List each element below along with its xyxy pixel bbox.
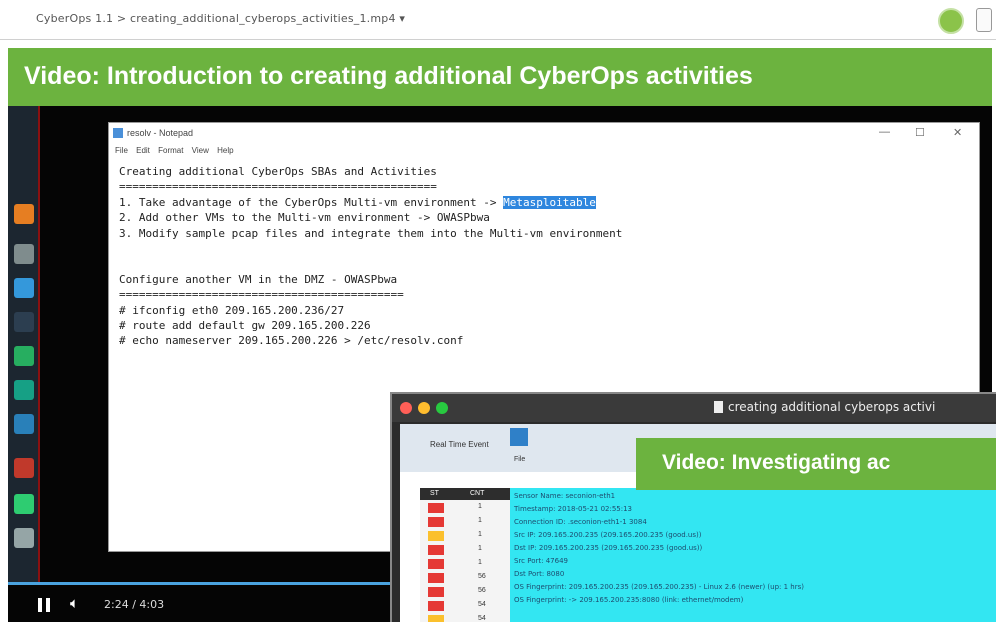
thumbnail-banner-title: Video: Investigating ac	[662, 451, 891, 474]
text-line-part: 1. Take advantage of the CyberOps Multi-…	[119, 195, 504, 209]
breadcrumb[interactable]: CyberOps 1.1 > creating_additional_cyber…	[36, 12, 405, 25]
title-banner: Video: Introduction to creating addition…	[8, 48, 992, 106]
count-cell: 54	[478, 615, 486, 622]
table-row[interactable]: 1	[420, 530, 510, 542]
text-line: # echo nameserver 209.165.200.226 > /etc…	[119, 334, 464, 348]
launcher-app-icon	[14, 414, 34, 434]
zoom-dot-icon	[436, 402, 448, 414]
detail-line: Dst Port: 8080	[514, 570, 565, 578]
status-badge	[428, 615, 444, 622]
menu-button[interactable]	[976, 8, 992, 32]
avatar[interactable]	[938, 8, 964, 34]
launcher-app-icon	[14, 346, 34, 366]
launcher-app-icon	[14, 312, 34, 332]
text-line: 2. Add other VMs to the Multi-vm environ…	[119, 211, 490, 225]
count-cell: 1	[478, 517, 482, 524]
table-row[interactable]: 54	[420, 600, 510, 612]
status-badge	[428, 601, 444, 611]
detail-line: Timestamp: 2018-05-21 02:55:13	[514, 505, 633, 513]
table-row[interactable]: 1	[420, 516, 510, 528]
notepad-icon	[113, 128, 123, 138]
text-line: # route add default gw 209.165.200.226	[119, 319, 371, 333]
count-cell: 1	[478, 503, 482, 510]
table-row[interactable]: 1	[420, 544, 510, 556]
close-dot-icon	[400, 402, 412, 414]
pause-icon[interactable]	[38, 598, 51, 612]
count-cell: 1	[478, 531, 482, 538]
volume-icon[interactable]: 🔈︎	[70, 595, 79, 612]
thumbnail-titlebar: creating additional cyberops activi	[392, 394, 996, 422]
launcher-app-icon	[14, 458, 34, 478]
launcher-app-icon	[14, 204, 34, 224]
notepad-titlebar: resolv - Notepad — ☐ ✕	[109, 123, 979, 145]
text-line: 1. Take advantage of the CyberOps Multi-…	[119, 195, 622, 210]
minimize-dot-icon	[418, 402, 430, 414]
close-icon[interactable]: ✕	[953, 126, 962, 139]
maximize-icon[interactable]: ☐	[915, 126, 925, 139]
count-cell: 1	[478, 559, 482, 566]
event-details: Sensor Name: seconion-eth1 Timestamp: 201…	[510, 488, 996, 622]
table-row[interactable]: 56	[420, 572, 510, 584]
launcher-app-icon	[14, 494, 34, 514]
table-row[interactable]: 1	[420, 502, 510, 514]
launcher-sidebar	[8, 106, 40, 622]
launcher-app-icon	[14, 244, 34, 264]
top-bar: CyberOps 1.1 > creating_additional_cyber…	[0, 0, 996, 40]
next-video-thumbnail[interactable]: creating additional cyberops activi Real…	[390, 392, 996, 622]
table-row[interactable]: 54	[420, 614, 510, 622]
events-table: ST CNT 1 1 1 1 1 56 56 54 54	[420, 488, 510, 622]
table-header: ST CNT	[420, 488, 510, 500]
detail-line: Src Port: 47649	[514, 557, 568, 565]
status-badge	[428, 517, 444, 527]
launcher-app-icon	[14, 278, 34, 298]
status-badge	[428, 531, 444, 541]
column-header: ST	[430, 490, 439, 497]
column-header: CNT	[470, 490, 485, 497]
detail-line: OS Fingerprint: -> 209.165.200.235:8080 …	[514, 596, 744, 604]
status-badge	[428, 545, 444, 555]
status-badge	[428, 559, 444, 569]
app-icon	[510, 428, 528, 446]
text-line	[119, 241, 622, 256]
text-line: ========================================…	[119, 180, 437, 194]
banner-title: Video: Introduction to creating addition…	[24, 62, 753, 90]
count-cell: 1	[478, 545, 482, 552]
detail-line: Src IP: 209.165.200.235 (209.165.200.235…	[514, 531, 702, 539]
thumbnail-title: creating additional cyberops activi	[728, 400, 936, 414]
text-line: # ifconfig eth0 209.165.200.236/27	[119, 303, 345, 317]
file-menu: File	[514, 456, 526, 463]
selected-text: Metasploitable	[503, 195, 596, 209]
text-line: 3. Modify sample pcap files and integrat…	[119, 226, 623, 240]
text-line: Creating additional CyberOps SBAs and Ac…	[119, 165, 437, 178]
status-badge	[428, 573, 444, 583]
notepad-title: resolv - Notepad	[127, 128, 194, 138]
count-cell: 54	[478, 601, 486, 608]
launcher-app-icon	[14, 528, 34, 548]
text-line	[119, 256, 622, 271]
minimize-icon[interactable]: —	[879, 126, 890, 138]
status-badge	[428, 503, 444, 513]
detail-line: Dst IP: 209.165.200.235 (209.165.200.235…	[514, 544, 703, 552]
count-cell: 56	[478, 573, 486, 580]
status-badge	[428, 587, 444, 597]
notepad-menu[interactable]: File Edit Format View Help	[115, 146, 234, 155]
toolbar-label: Real Time Event	[430, 440, 489, 449]
time-display: 2:24 / 4:03	[104, 598, 165, 611]
detail-line: Sensor Name: seconion-eth1	[514, 492, 616, 500]
panel-divider	[38, 106, 40, 622]
detail-line: OS Fingerprint: 209.165.200.235 (209.165…	[514, 583, 804, 591]
notepad-text[interactable]: Creating additional CyberOps SBAs and Ac…	[119, 164, 622, 349]
detail-line: Connection ID: .seconion-eth1-1 3084	[514, 518, 647, 526]
text-line: Configure another VM in the DMZ - OWASPb…	[119, 272, 398, 286]
table-row[interactable]: 56	[420, 586, 510, 598]
launcher-app-icon	[14, 380, 34, 400]
thumbnail-banner: Video: Investigating ac	[636, 438, 996, 490]
text-line: ========================================…	[119, 288, 404, 302]
thumbnail-content: Real Time Event File ST CNT 1 1 1 1 1 56 56 54 5…	[400, 424, 996, 622]
count-cell: 56	[478, 587, 486, 594]
table-row[interactable]: 1	[420, 558, 510, 570]
document-icon	[714, 401, 723, 413]
